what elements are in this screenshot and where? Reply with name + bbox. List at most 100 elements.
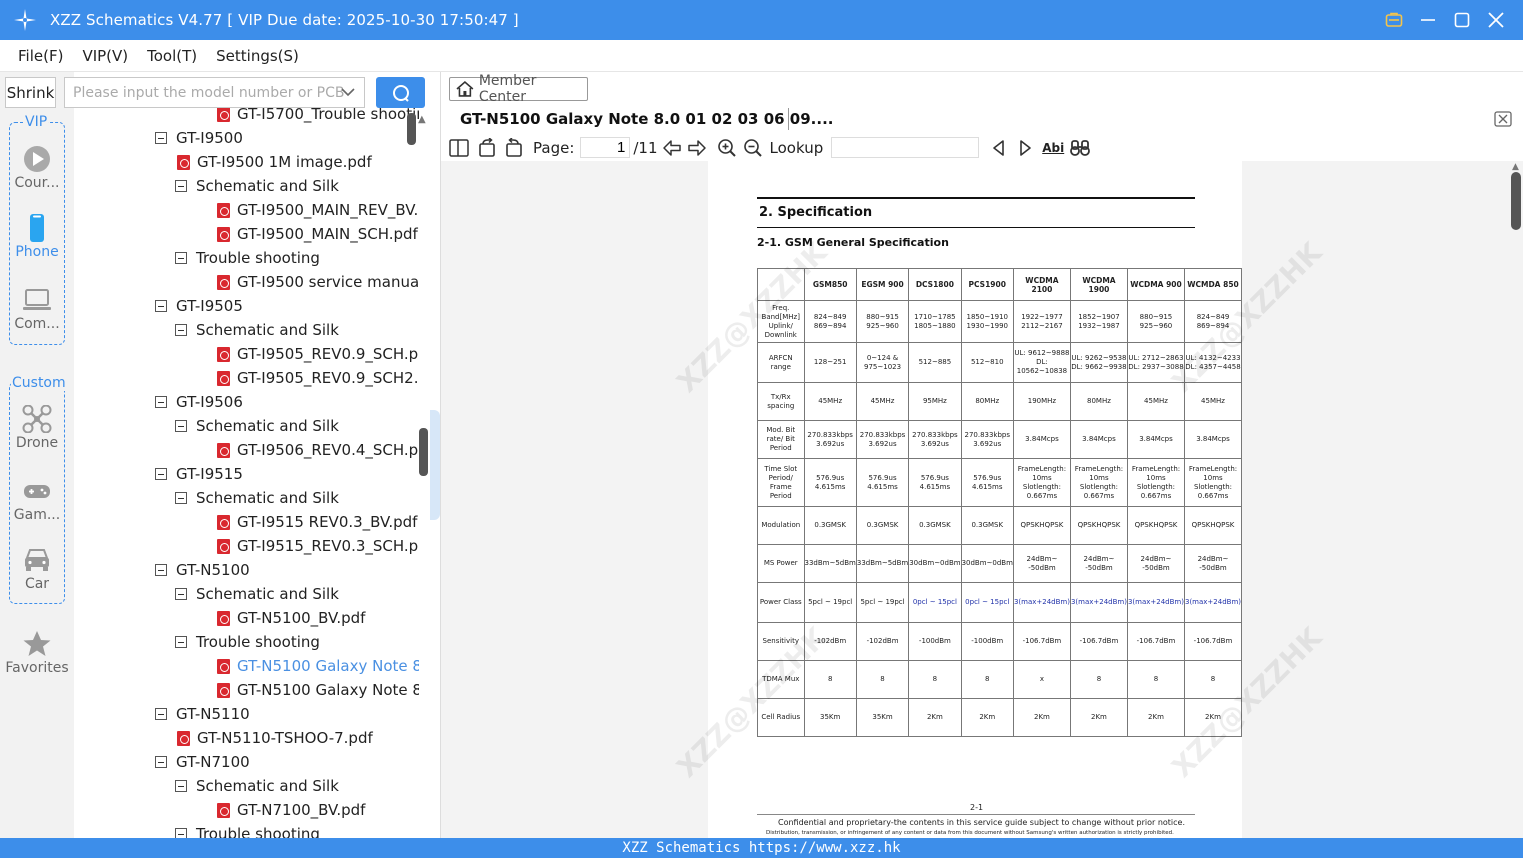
- tree-folder-item[interactable]: GT-I9515: [155, 462, 243, 486]
- spec-table-cell: 1922~1977 2112~2167: [1012, 300, 1071, 343]
- search-input[interactable]: Please input the model number or PCB: [64, 77, 365, 108]
- tree-file-item[interactable]: GT-I9505_REV0.9_SCH.pdf: [217, 342, 419, 366]
- next-page-icon[interactable]: [686, 137, 708, 159]
- tree-folder-item[interactable]: Trouble shooting: [175, 630, 320, 654]
- tree-file-item[interactable]: GT-I9506_REV0.4_SCH.pdf: [217, 438, 419, 462]
- collapse-toggle-icon[interactable]: [175, 636, 187, 648]
- collapse-toggle-icon[interactable]: [155, 708, 167, 720]
- match-case-button[interactable]: Abi: [1042, 137, 1064, 159]
- collapse-toggle-icon[interactable]: [175, 252, 187, 264]
- tree-folder-item[interactable]: GT-I9500: [155, 126, 243, 150]
- collapse-toggle-icon[interactable]: [175, 588, 187, 600]
- tree-file-item[interactable]: GT-I9505_REV0.9_SCH2.pdf: [217, 366, 419, 390]
- spec-table-cell: 0pcl ~ 15pcl: [908, 582, 962, 623]
- category-courses[interactable]: Cour...: [0, 145, 74, 191]
- tree-folder-item[interactable]: GT-N5100: [155, 558, 250, 582]
- tree-item-label: Schematic and Silk: [196, 417, 339, 435]
- member-center-label: Member Center: [478, 73, 537, 105]
- maximize-icon[interactable]: [1451, 9, 1473, 31]
- tree-file-item[interactable]: GT-I5700_Trouble shooting.pdf: [217, 108, 419, 126]
- document-tab[interactable]: GT-N5100 Galaxy Note 8.0 01 02 03 06 09.…: [460, 110, 833, 128]
- collapse-toggle-icon[interactable]: [155, 300, 167, 312]
- close-document-icon[interactable]: [1494, 111, 1512, 127]
- tree-file-item[interactable]: GT-I9500_MAIN_REV_BV.pdf: [217, 198, 419, 222]
- member-center-button[interactable]: Member Center: [449, 73, 588, 105]
- menu-settings[interactable]: Settings(S): [216, 47, 299, 65]
- shrink-button[interactable]: Shrink: [5, 77, 56, 108]
- collapse-toggle-icon[interactable]: [175, 492, 187, 504]
- favorites-button[interactable]: Favorites: [0, 630, 74, 676]
- tree-file-item[interactable]: GT-I9515 REV0.3_BV.pdf: [217, 510, 417, 534]
- tree-folder-item[interactable]: Trouble shooting: [175, 246, 320, 270]
- vip-card-icon[interactable]: [1383, 9, 1405, 31]
- zoom-out-icon[interactable]: [742, 137, 764, 159]
- collapse-toggle-icon[interactable]: [175, 180, 187, 192]
- menu-tool[interactable]: Tool(T): [147, 47, 197, 65]
- rotate-left-icon[interactable]: [476, 137, 498, 159]
- tree-folder-item[interactable]: Trouble shooting: [175, 822, 320, 838]
- collapse-toggle-icon[interactable]: [155, 468, 167, 480]
- tree-file-item[interactable]: GT-N5100 Galaxy Note 8.0 01: [217, 654, 419, 678]
- collapse-toggle-icon[interactable]: [155, 756, 167, 768]
- tree-scrollbar[interactable]: [407, 113, 416, 145]
- collapse-panel-tab[interactable]: [430, 410, 440, 520]
- rotate-right-icon[interactable]: [503, 137, 525, 159]
- category-car[interactable]: Car: [0, 546, 74, 592]
- collapse-toggle-icon[interactable]: [155, 564, 167, 576]
- spec-table-cell: Tx/Rx spacing: [757, 382, 805, 421]
- minimize-icon[interactable]: [1417, 9, 1439, 31]
- tree-folder-item[interactable]: Schematic and Silk: [175, 318, 339, 342]
- tree-file-item[interactable]: GT-I9500 1M image.pdf: [177, 150, 372, 174]
- tree-folder-item[interactable]: Schematic and Silk: [175, 774, 339, 798]
- collapse-toggle-icon[interactable]: [155, 132, 167, 144]
- collapse-toggle-icon[interactable]: [175, 420, 187, 432]
- page-number-input[interactable]: [580, 137, 631, 158]
- spec-table-cell: FrameLength: 10ms Slotlength: 0.667ms: [1126, 458, 1185, 507]
- laptop-icon: [23, 289, 51, 310]
- search-button[interactable]: [376, 77, 425, 108]
- tree-folder-item[interactable]: Schematic and Silk: [175, 414, 339, 438]
- tree-file-item[interactable]: GT-I9500 service manual.pdf: [217, 270, 419, 294]
- tree-folder-item[interactable]: Schematic and Silk: [175, 486, 339, 510]
- close-icon[interactable]: [1485, 9, 1507, 31]
- category-phone[interactable]: Phone: [0, 214, 74, 260]
- tree-file-item[interactable]: GT-N7100_BV.pdf: [217, 798, 365, 822]
- viewer-scrollbar[interactable]: [1511, 172, 1521, 230]
- tree-scroll-up-icon[interactable]: ▲: [418, 114, 426, 125]
- tree-folder-item[interactable]: GT-I9506: [155, 390, 243, 414]
- pane-splitter-handle[interactable]: [419, 428, 428, 476]
- pdf-viewer[interactable]: 2. Specification 2-1. GSM General Specif…: [441, 161, 1523, 838]
- tree-file-item[interactable]: GT-N5100 Galaxy Note 8.0 08: [217, 678, 419, 702]
- tree-folder-item[interactable]: Schematic and Silk: [175, 582, 339, 606]
- tree-folder-item[interactable]: GT-N5110: [155, 702, 250, 726]
- toggle-sidebar-icon[interactable]: [448, 137, 470, 159]
- find-previous-icon[interactable]: [989, 137, 1009, 159]
- category-drone[interactable]: Drone: [0, 405, 74, 451]
- lookup-input[interactable]: [831, 137, 980, 158]
- spec-table-cell: 0.3GMSK: [908, 506, 962, 545]
- viewer-scroll-up-icon[interactable]: ▲: [1512, 162, 1519, 172]
- collapse-toggle-icon[interactable]: [155, 396, 167, 408]
- spec-table-cell: 2Km: [1126, 698, 1185, 737]
- tree-folder-item[interactable]: GT-I9505: [155, 294, 243, 318]
- collapse-toggle-icon[interactable]: [175, 828, 187, 838]
- menu-file[interactable]: File(F): [18, 47, 63, 65]
- collapse-toggle-icon[interactable]: [175, 324, 187, 336]
- tree-file-item[interactable]: GT-N5110-TSHOO-7.pdf: [177, 726, 373, 750]
- tree-folder-item[interactable]: GT-N7100: [155, 750, 250, 774]
- previous-page-icon[interactable]: [661, 137, 683, 159]
- pdf-file-icon: [217, 108, 230, 122]
- tree-file-item[interactable]: GT-I9515_REV0.3_SCH.pdf: [217, 534, 419, 558]
- binoculars-icon[interactable]: [1069, 137, 1091, 159]
- tree-file-item[interactable]: GT-N5100_BV.pdf: [217, 606, 365, 630]
- category-computer[interactable]: Com...: [0, 286, 74, 332]
- zoom-in-icon[interactable]: [716, 137, 738, 159]
- tree-folder-item[interactable]: Schematic and Silk: [175, 174, 339, 198]
- category-games[interactable]: Gam...: [0, 477, 74, 523]
- tree-file-item[interactable]: GT-I9500_MAIN_SCH.pdf: [217, 222, 418, 246]
- chevron-down-icon[interactable]: [340, 84, 356, 100]
- collapse-toggle-icon[interactable]: [175, 780, 187, 792]
- find-next-icon[interactable]: [1015, 137, 1035, 159]
- menu-vip[interactable]: VIP(V): [82, 47, 128, 65]
- pdf-file-icon: [217, 274, 230, 290]
